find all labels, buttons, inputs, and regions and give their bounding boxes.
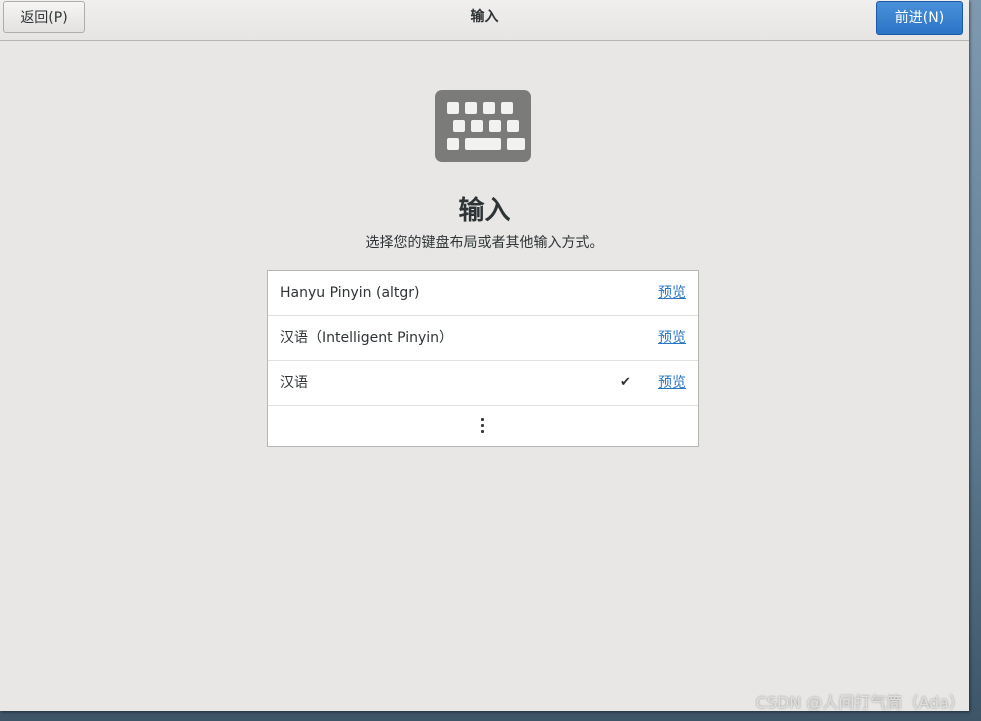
- key: [471, 120, 483, 132]
- key: [465, 102, 477, 114]
- checkmark-icon: ✔: [620, 375, 631, 390]
- setup-window: 返回(P) 输入 前进(N) 输入 选择您的键盘布局或者其他输入方式。 Hany…: [0, 0, 969, 711]
- preview-link[interactable]: 预览: [658, 271, 686, 315]
- spacebar-key: [465, 138, 501, 150]
- key: [507, 120, 519, 132]
- input-source-row[interactable]: Hanyu Pinyin (altgr) 预览: [268, 271, 698, 316]
- input-source-label: 汉语: [280, 375, 308, 391]
- keyboard-icon: [435, 90, 531, 162]
- more-sources-row[interactable]: [268, 406, 698, 446]
- key: [453, 120, 465, 132]
- next-button[interactable]: 前进(N): [876, 1, 963, 35]
- key: [507, 138, 525, 150]
- input-source-row[interactable]: 汉语（Intelligent Pinyin） 预览: [268, 316, 698, 361]
- back-button[interactable]: 返回(P): [3, 1, 85, 33]
- input-source-list: Hanyu Pinyin (altgr) 预览 汉语（Intelligent P…: [267, 270, 699, 447]
- more-vertical-icon[interactable]: [479, 418, 485, 436]
- preview-link[interactable]: 预览: [658, 361, 686, 405]
- page-subheading: 选择您的键盘布局或者其他输入方式。: [365, 235, 604, 251]
- preview-link[interactable]: 预览: [658, 316, 686, 360]
- input-source-label: Hanyu Pinyin (altgr): [280, 285, 420, 301]
- key: [483, 102, 495, 114]
- header-bar: 返回(P) 输入 前进(N): [0, 0, 969, 41]
- input-source-label: 汉语（Intelligent Pinyin）: [280, 330, 454, 346]
- page-heading: 输入: [458, 196, 511, 226]
- key: [501, 102, 513, 114]
- window-title: 输入: [470, 9, 499, 25]
- key: [489, 120, 501, 132]
- key: [447, 102, 459, 114]
- key: [447, 138, 459, 150]
- watermark: CSDN @人间打气筒（Ada）: [755, 693, 965, 712]
- input-source-row-selected[interactable]: 汉语 ✔ 预览: [268, 361, 698, 406]
